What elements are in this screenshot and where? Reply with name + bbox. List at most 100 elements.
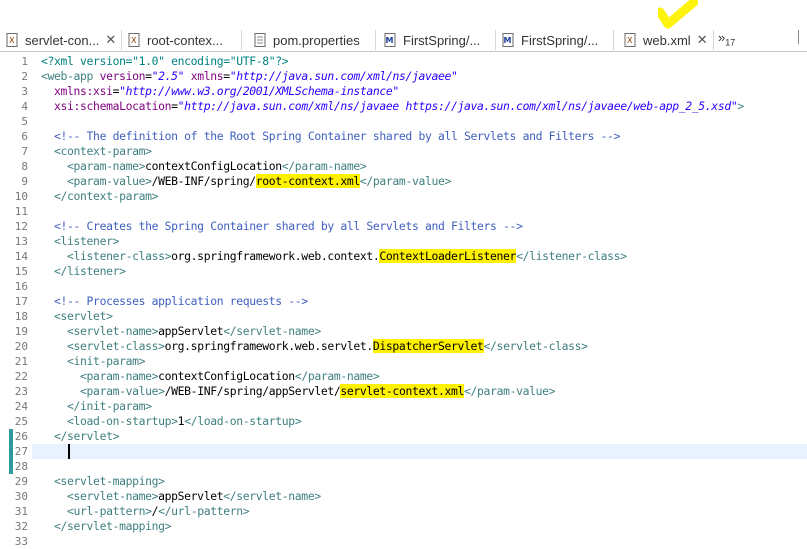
tab-root-context[interactable]: X root-contex... [122,30,242,50]
close-icon[interactable]: ✕ [697,32,708,48]
code-token: </param-value> [359,174,451,188]
line-text: </servlet-mapping> [41,519,171,534]
tab-label: pom.properties [273,32,360,48]
tab-firstspring-pom-1[interactable]: M FirstSpring/... [378,30,496,50]
line-number: 25 [14,415,28,428]
code-token: org.springframework.web.context. [171,249,380,263]
code-token: <!-- Creates the Spring Container shared… [54,219,523,233]
tab-servlet-context[interactable]: X servlet-con... ✕ [0,30,122,50]
minimize-button[interactable] [798,30,807,44]
code-token: <url-pattern> [67,504,152,518]
code-line: 33 [0,534,807,549]
code-line: 24 </init-param> [0,399,807,414]
line-text: <listener> [41,234,119,249]
line-number: 6 [21,130,28,143]
code-line: 31 <url-pattern>/</url-pattern> [0,504,807,519]
line-text: <servlet-name>appServlet</servlet-name> [41,489,321,504]
tab-label: FirstSpring/... [521,32,599,48]
tab-firstspring-pom-2[interactable]: M FirstSpring/... [496,30,614,50]
line-number: 24 [14,400,28,413]
code-token: </param-value> [464,384,556,398]
line-text: xmlns:xsi="http://www.w3.org/2001/XMLSch… [41,84,399,99]
code-token: </url-pattern> [158,504,250,518]
code-token: <param-value> [67,174,152,188]
code-token: <param-name> [80,369,159,383]
quick-diff-marker [9,429,13,444]
svg-text:X: X [9,36,15,45]
code-token: "http://java.sun.com/xml/ns/javaee https… [177,99,738,113]
line-text: <listener-class>org.springframework.web.… [41,249,627,264]
code-line: 7 <context-param> [0,144,807,159]
code-token: contextConfigLocation [145,159,282,173]
close-icon[interactable]: ✕ [105,32,116,48]
line-number: 8 [21,160,28,173]
code-token: <init-param> [67,354,146,368]
tab-web-xml[interactable]: X web.xml ✕ [618,30,714,50]
line-text: </context-param> [41,189,158,204]
code-token: <servlet-class> [67,339,165,353]
code-line: 18 <servlet> [0,309,807,324]
line-text: <servlet> [41,309,113,324]
line-number: 13 [14,235,28,248]
line-number: 29 [14,475,28,488]
code-token: xmlns [190,69,224,83]
code-token: xsi:schemaLocation [54,99,172,113]
line-text: <servlet-mapping> [41,474,165,489]
code-token: </servlet-name> [223,324,321,338]
code-line: 8 <param-name>contextConfigLocation</par… [0,159,807,174]
code-line: 15 </listener> [0,264,807,279]
line-number: 22 [14,370,28,383]
code-token: <listener-class> [67,249,172,263]
line-number: 15 [14,265,28,278]
maven-pom-icon: M [384,33,396,47]
code-token: contextConfigLocation [158,369,295,383]
tab-label: FirstSpring/... [403,32,481,48]
code-token: xmlns:xsi [54,84,113,98]
editor-tab-bar: X servlet-con... ✕ X root-contex... pom.… [0,0,807,52]
code-line: 3 xmlns:xsi="http://www.w3.org/2001/XMLS… [0,84,807,99]
code-token: > [737,99,744,113]
line-number: 20 [14,340,28,353]
code-line: 32 </servlet-mapping> [0,519,807,534]
line-number: 18 [14,310,28,323]
code-token: <!-- The definition of the Root Spring C… [54,129,621,143]
svg-text:X: X [627,36,633,45]
code-line: 25 <load-on-startup>1</load-on-startup> [0,414,807,429]
code-line: 21 <init-param> [0,354,807,369]
xml-editor[interactable]: 1 <?xml version="1.0" encoding="UTF-8"?> 2… [0,54,807,548]
code-token: "http://www.w3.org/2001/XMLSchema-instan… [119,84,399,98]
line-text: <load-on-startup>1</load-on-startup> [41,414,302,429]
tab-label: web.xml [643,32,691,48]
line-number: 11 [14,205,28,218]
code-line: 10 </context-param> [0,189,807,204]
code-token: <servlet-name> [67,489,159,503]
line-number: 12 [14,220,28,233]
tab-overflow-button[interactable]: »17 [718,30,735,48]
code-line: 27 [0,444,807,459]
code-line: 30 <servlet-name>appServlet</servlet-nam… [0,489,807,504]
code-line: 6 <!-- The definition of the Root Spring… [0,129,807,144]
tab-pom-properties[interactable]: pom.properties [248,30,376,50]
code-line: 11 [0,204,807,219]
highlighter-checkmark-icon [658,0,698,29]
line-number: 1 [21,55,28,68]
code-line: 26 </servlet> [0,429,807,444]
code-token: </param-name> [281,159,367,173]
line-text: <url-pattern>/</url-pattern> [41,504,250,519]
line-number: 33 [14,535,28,548]
code-line: 19 <servlet-name>appServlet</servlet-nam… [0,324,807,339]
code-token: appServlet [158,489,224,503]
svg-text:X: X [131,36,137,45]
